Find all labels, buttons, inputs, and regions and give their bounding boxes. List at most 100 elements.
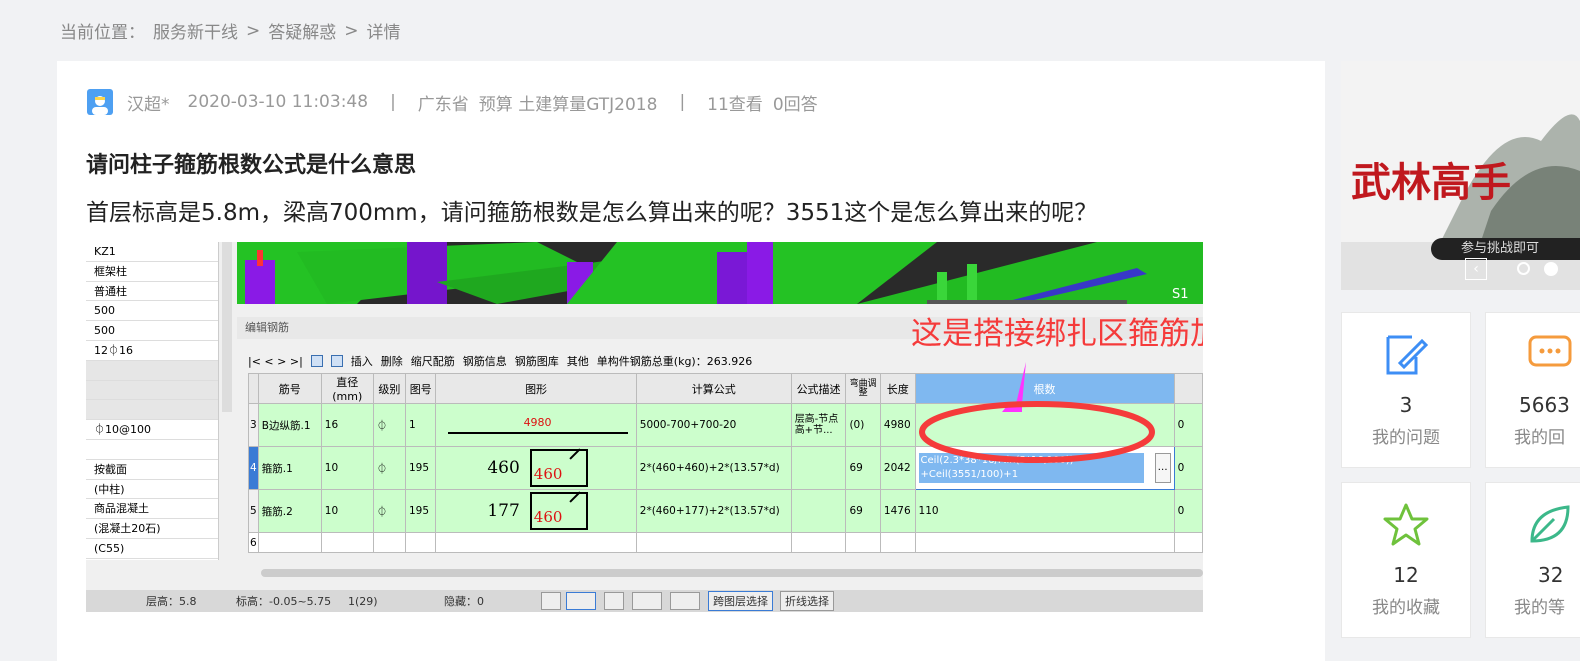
table-header: 图号 xyxy=(404,373,437,404)
cell-name[interactable]: B边纵筋.1 xyxy=(257,403,322,447)
post-region: 广东省 xyxy=(417,94,469,115)
banner-title: 武林高手 xyxy=(1351,159,1511,206)
straight-bar-shape xyxy=(447,432,628,434)
cell-shape[interactable]: 460 460 xyxy=(435,446,637,490)
cell-shape[interactable]: 177 460 xyxy=(435,489,637,533)
author-name[interactable]: 汉超* xyxy=(127,90,170,115)
edit-icon xyxy=(1386,335,1429,375)
cell-grade[interactable]: ⏀ xyxy=(372,403,407,447)
cell-formula[interactable]: 5000-700+700-20 xyxy=(635,403,792,447)
cell-name[interactable]: 箍筋.1 xyxy=(257,446,322,490)
question-card: 汉超* 2020-03-10 11:03:48 | 广东省 预算 土建算量GTJ… xyxy=(57,61,1325,661)
insert-button[interactable]: 插入 xyxy=(351,353,373,369)
model-3d-render: S1 xyxy=(237,242,1203,304)
ruler-rebar-button[interactable]: 缩尺配筋 xyxy=(411,353,455,369)
stat-my-favorites[interactable]: 12 我的收藏 xyxy=(1341,482,1471,638)
cell-count[interactable]: 110 xyxy=(914,489,1175,533)
other-menu-button[interactable]: 其他 xyxy=(567,353,589,369)
annotation-text: 这是搭接绑扎区箍筋加密 xyxy=(911,316,1203,352)
view-count: 11查看 xyxy=(707,94,763,115)
star-icon xyxy=(1383,503,1429,546)
property-item: (混凝土20石) xyxy=(86,519,218,539)
property-item: 500 xyxy=(86,321,218,341)
delete-button[interactable]: 删除 xyxy=(381,353,403,369)
breadcrumb-separator: > xyxy=(344,20,359,41)
banner-subtitle: 参与挑战即可 xyxy=(1431,238,1580,260)
cell-diameter[interactable]: 16 xyxy=(320,403,374,447)
cross-icon[interactable] xyxy=(604,592,624,610)
property-item: 500 xyxy=(86,301,218,322)
cell-length[interactable]: 1476 xyxy=(879,489,916,533)
stat-number: 12 xyxy=(1393,563,1419,587)
chevron-left-icon[interactable]: ‹ xyxy=(1465,258,1487,280)
select-box-icon[interactable] xyxy=(566,592,596,610)
cell-diameter[interactable]: 10 xyxy=(320,489,374,533)
cell-figure-no[interactable]: 195 xyxy=(404,489,437,533)
move-down-icon[interactable] xyxy=(330,355,343,367)
cell-figure-no[interactable]: 195 xyxy=(404,446,437,490)
carousel-dot[interactable] xyxy=(1517,262,1530,275)
cell-extra[interactable]: 0 xyxy=(1173,403,1203,447)
cell-name[interactable]: 箍筋.2 xyxy=(257,489,322,533)
row-index: 5 xyxy=(248,489,259,533)
row-index: 4 xyxy=(248,446,259,490)
angle-icon[interactable] xyxy=(632,592,662,610)
table-header: 级别 xyxy=(372,373,407,404)
cell-description[interactable] xyxy=(790,446,847,490)
cell-grade[interactable]: ⏀ xyxy=(372,446,407,490)
cell-grade[interactable]: ⏀ xyxy=(372,489,407,533)
move-up-icon[interactable] xyxy=(310,355,323,367)
meta-separator: | xyxy=(679,92,686,112)
cell-description[interactable]: 层高-节点高+节... xyxy=(790,403,847,447)
table-header: 图形 xyxy=(435,373,637,404)
snap-icon[interactable] xyxy=(670,592,700,610)
horizontal-scrollbar[interactable] xyxy=(261,569,1203,577)
property-item: (C55) xyxy=(86,539,218,559)
cell-description[interactable] xyxy=(790,489,847,533)
banner-strip: 参与挑战即可 ‹ xyxy=(1341,238,1580,290)
cell-shape[interactable]: 4980 xyxy=(435,403,637,447)
status-floor-height: 层高：5.8 xyxy=(146,595,197,608)
cell-bend[interactable]: 69 xyxy=(845,489,881,533)
carousel-dot-active[interactable] xyxy=(1544,262,1558,276)
table-header-index xyxy=(248,373,259,404)
stat-my-questions[interactable]: 3 我的问题 xyxy=(1341,312,1471,468)
table-row[interactable]: 5 箍筋.2 10 ⏀ 195 177 460 2*(460+177)+2*(1… xyxy=(248,489,1203,533)
property-item: 按截面 xyxy=(86,460,218,480)
property-item: 12⏀16 xyxy=(86,341,218,361)
cell-diameter[interactable]: 10 xyxy=(320,446,374,490)
property-item xyxy=(86,380,218,401)
cell-extra[interactable]: 0 xyxy=(1173,489,1203,533)
breadcrumb-current: 详情 xyxy=(366,23,401,43)
breadcrumb-link-service[interactable]: 服务新干线 xyxy=(153,18,238,43)
rebar-library-button[interactable]: 钢筋图库 xyxy=(515,353,559,369)
record-nav[interactable]: |< < > >| xyxy=(248,355,303,368)
cell-formula[interactable]: 2*(460+460)+2*(13.57*d) xyxy=(635,446,792,490)
stat-label: 我的回 xyxy=(1514,428,1565,448)
scrollbar[interactable] xyxy=(222,242,232,412)
hook-mark xyxy=(569,491,581,503)
stat-my-answers[interactable]: 5663 我的回 xyxy=(1485,312,1580,468)
post-category: 预算 土建算量GTJ2018 xyxy=(478,94,658,115)
breadcrumb: 当前位置： 服务新干线 > 答疑解惑 > 详情 xyxy=(60,18,401,44)
stirrup-shape: 460 xyxy=(529,491,588,530)
table-row-empty[interactable]: 6 xyxy=(248,532,1203,553)
cell-figure-no[interactable]: 1 xyxy=(404,403,437,447)
cell-extra[interactable]: 0 xyxy=(1173,446,1203,490)
post-datetime: 2020-03-10 11:03:48 xyxy=(187,92,369,112)
cell-formula[interactable]: 2*(460+177)+2*(13.57*d) xyxy=(635,489,792,533)
axis-icon[interactable] xyxy=(541,592,561,610)
cross-layer-select-button[interactable]: 跨图层选择 xyxy=(708,591,773,611)
shape-dim-a: 460 xyxy=(487,458,520,478)
avatar[interactable] xyxy=(87,89,113,115)
promo-banner[interactable]: 武林高手 参与挑战即可 ‹ xyxy=(1341,61,1580,290)
property-item: ⏀10@100 xyxy=(86,420,218,440)
breadcrumb-link-qa[interactable]: 答疑解惑 xyxy=(268,18,336,43)
attached-screenshot[interactable]: KZ1 框架柱 普通柱 500 500 12⏀16 ⏀10@100 按截面 (中… xyxy=(86,242,1203,612)
answer-count: 0回答 xyxy=(772,94,818,115)
question-body: 首层标高是5.8m，梁高700mm，请问箍筋根数是怎么算出来的呢？3551这个是… xyxy=(86,200,1098,226)
polyline-select-button[interactable]: 折线选择 xyxy=(780,591,834,611)
property-item xyxy=(86,400,218,421)
rebar-info-button[interactable]: 钢筋信息 xyxy=(463,353,507,369)
stat-my-level[interactable]: 32 我的等 xyxy=(1485,482,1580,638)
